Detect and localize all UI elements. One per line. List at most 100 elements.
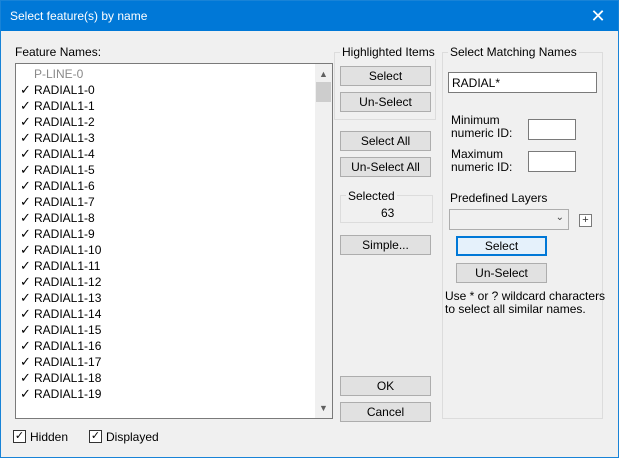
check-icon: ✓ (20, 242, 31, 257)
matching-unselect-button[interactable]: Un-Select (456, 263, 547, 283)
minimum-id-label-2: numeric ID: (451, 126, 513, 140)
list-item-label: RADIAL1-13 (34, 291, 102, 305)
list-item[interactable]: ✓ RADIAL1-3 (16, 130, 313, 146)
check-icon: ✓ (20, 338, 31, 353)
title-bar[interactable]: Select feature(s) by name ✕ (1, 1, 618, 31)
list-item[interactable]: ✓ RADIAL1-8 (16, 210, 313, 226)
list-item[interactable]: ✓ RADIAL1-10 (16, 242, 313, 258)
dialog-window: Select feature(s) by name ✕ Feature Name… (0, 0, 619, 458)
displayed-label: Displayed (106, 430, 159, 444)
simple-button[interactable]: Simple... (340, 235, 431, 255)
list-item[interactable]: ✓ RADIAL1-9 (16, 226, 313, 242)
highlighted-items-title: Highlighted Items (340, 45, 437, 59)
minimum-id-input[interactable] (528, 119, 576, 140)
list-item-label: RADIAL1-10 (34, 243, 102, 257)
list-item-label: RADIAL1-2 (34, 115, 95, 129)
scroll-up-icon[interactable]: ▲ (315, 66, 332, 83)
list-item[interactable]: ✓ RADIAL1-5 (16, 162, 313, 178)
check-icon: ✓ (20, 306, 31, 321)
check-icon: ✓ (20, 386, 31, 401)
selected-label: Selected (346, 189, 397, 203)
feature-names-list[interactable]: P-LINE-0 ✓ RADIAL1-0 ✓ RADIAL1-1 ✓ RADIAL1-2 ✓ R… (15, 63, 333, 419)
list-item-label: RADIAL1-18 (34, 371, 102, 385)
list-scrollbar[interactable]: ▲ ▼ (315, 64, 332, 418)
maximum-id-label: Maximum (451, 147, 504, 161)
ok-button[interactable]: OK (340, 376, 431, 396)
close-button[interactable]: ✕ (578, 1, 618, 31)
check-icon: ✓ (20, 130, 31, 145)
minimum-id-label: Minimum (451, 113, 500, 127)
list-item-label: RADIAL1-14 (34, 307, 102, 321)
check-icon: ✓ (20, 322, 31, 337)
list-item[interactable]: ✓ RADIAL1-4 (16, 146, 313, 162)
predefined-layers-dropdown[interactable]: ⌄ (449, 209, 569, 230)
predefined-layers-label: Predefined Layers (450, 191, 548, 205)
list-item-label: P-LINE-0 (34, 67, 84, 81)
list-item[interactable]: ✓ RADIAL1-14 (16, 306, 313, 322)
list-item[interactable]: ✓ RADIAL1-7 (16, 194, 313, 210)
scroll-thumb[interactable] (316, 82, 331, 102)
list-item[interactable]: ✓ RADIAL1-11 (16, 258, 313, 274)
list-item-label: RADIAL1-5 (34, 163, 95, 177)
check-icon: ✓ (20, 354, 31, 369)
list-item-label: RADIAL1-0 (34, 83, 95, 97)
list-item[interactable]: ✓ RADIAL1-2 (16, 114, 313, 130)
check-icon: ✓ (20, 114, 31, 129)
hidden-checkbox[interactable]: ✓ (13, 430, 26, 443)
list-item[interactable]: ✓ RADIAL1-0 (16, 82, 313, 98)
select-all-button[interactable]: Select All (340, 131, 431, 151)
check-icon: ✓ (20, 162, 31, 177)
list-item-label: RADIAL1-11 (34, 259, 101, 273)
highlighted-select-button[interactable]: Select (340, 66, 431, 86)
check-icon: ✓ (20, 146, 31, 161)
check-icon: ✓ (20, 274, 31, 289)
list-item-label: RADIAL1-6 (34, 179, 95, 193)
list-item[interactable]: ✓ RADIAL1-13 (16, 290, 313, 306)
matching-names-title: Select Matching Names (448, 45, 579, 59)
check-icon: ✓ (20, 98, 31, 113)
list-item[interactable]: P-LINE-0 (16, 66, 313, 82)
list-item[interactable]: ✓ RADIAL1-15 (16, 322, 313, 338)
list-item[interactable]: ✓ RADIAL1-16 (16, 338, 313, 354)
cancel-button[interactable]: Cancel (340, 402, 431, 422)
plus-icon: + (582, 214, 589, 226)
list-item-label: RADIAL1-3 (34, 131, 95, 145)
unselect-all-button[interactable]: Un-Select All (340, 157, 431, 177)
list-item[interactable]: ✓ RADIAL1-1 (16, 98, 313, 114)
check-icon: ✓ (90, 430, 101, 442)
list-item-label: RADIAL1-12 (34, 275, 102, 289)
check-icon: ✓ (20, 82, 31, 97)
displayed-checkbox-row[interactable]: ✓ Displayed (89, 429, 179, 445)
close-icon: ✕ (590, 6, 606, 26)
check-icon: ✓ (20, 226, 31, 241)
feature-list-items: P-LINE-0 ✓ RADIAL1-0 ✓ RADIAL1-1 ✓ RADIAL1-2 ✓ R… (16, 66, 313, 402)
displayed-checkbox[interactable]: ✓ (89, 430, 102, 443)
add-layer-button[interactable]: + (579, 214, 592, 227)
name-pattern-input[interactable] (448, 72, 597, 93)
feature-names-label: Feature Names: (15, 45, 102, 59)
list-item[interactable]: ✓ RADIAL1-17 (16, 354, 313, 370)
check-icon: ✓ (20, 178, 31, 193)
list-item-label: RADIAL1-4 (34, 147, 95, 161)
list-item-label: RADIAL1-15 (34, 323, 102, 337)
list-item[interactable]: ✓ RADIAL1-19 (16, 386, 313, 402)
list-item-label: RADIAL1-17 (34, 355, 102, 369)
list-item-label: RADIAL1-7 (34, 195, 95, 209)
check-icon: ✓ (20, 258, 31, 273)
hidden-checkbox-row[interactable]: ✓ Hidden (13, 429, 83, 445)
selected-count: 63 (381, 206, 395, 220)
list-item-label: RADIAL1-16 (34, 339, 102, 353)
list-item-label: RADIAL1-8 (34, 211, 95, 225)
dialog-title: Select feature(s) by name (10, 9, 148, 23)
scroll-down-icon[interactable]: ▼ (315, 400, 332, 417)
check-icon: ✓ (14, 430, 25, 442)
hidden-label: Hidden (30, 430, 69, 444)
highlighted-unselect-button[interactable]: Un-Select (340, 92, 431, 112)
list-item[interactable]: ✓ RADIAL1-6 (16, 178, 313, 194)
chevron-down-icon: ⌄ (555, 212, 564, 223)
list-item[interactable]: ✓ RADIAL1-12 (16, 274, 313, 290)
wildcard-hint-line-1: Use * or ? wildcard characters (445, 289, 606, 303)
maximum-id-input[interactable] (528, 151, 576, 172)
matching-select-button[interactable]: Select (456, 236, 547, 256)
list-item[interactable]: ✓ RADIAL1-18 (16, 370, 313, 386)
